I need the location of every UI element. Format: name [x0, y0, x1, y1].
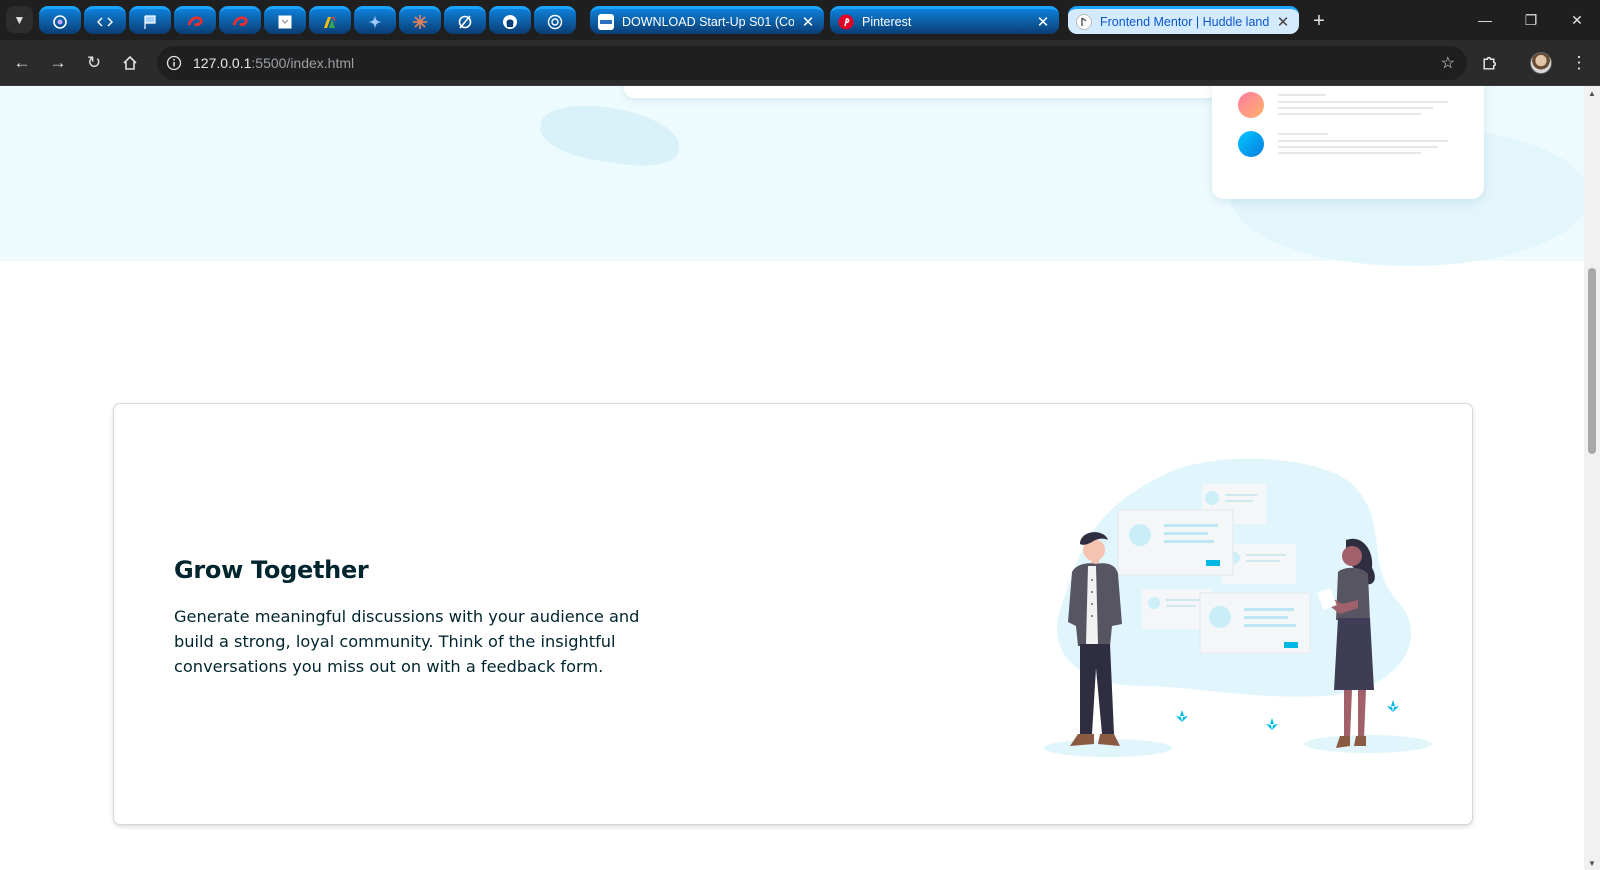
- hero-mockup-card: [624, 86, 1224, 98]
- text-line: [1278, 107, 1433, 109]
- plus-icon: +: [1313, 9, 1325, 32]
- screen-card: [1117, 509, 1234, 576]
- reload-button[interactable]: ↻: [79, 48, 109, 78]
- restore-icon: ❐: [1524, 11, 1538, 28]
- tab-title: Pinterest: [862, 14, 912, 29]
- pinned-site-1-icon: [53, 14, 67, 29]
- flag-icon: [144, 14, 156, 29]
- browser-toolbar: ← → ↻ 127.0.0.1:5500/index.html ☆ ⋮: [0, 40, 1600, 86]
- claude-icon: [413, 14, 427, 29]
- tab-search-button[interactable]: ▼: [6, 6, 33, 33]
- feature-title: Grow Together: [174, 556, 369, 584]
- restore-button[interactable]: ❐: [1508, 0, 1554, 40]
- pinned-tab-8[interactable]: [354, 6, 396, 34]
- text-line: [1278, 152, 1421, 154]
- home-button[interactable]: [115, 48, 145, 78]
- pinterest-icon: [838, 14, 854, 29]
- pinned-tab-12[interactable]: [534, 6, 576, 34]
- minimize-icon: —: [1478, 12, 1492, 28]
- pinned-tab-7[interactable]: [309, 6, 351, 34]
- pinned-tab-4[interactable]: [174, 6, 216, 34]
- plant-icon: [1176, 700, 1399, 730]
- hero-background-blob: [536, 98, 684, 172]
- pinned-tab-3[interactable]: [129, 6, 171, 34]
- screen-card: [1199, 592, 1311, 654]
- pinned-tab-11[interactable]: [489, 6, 531, 34]
- tab-download-startup[interactable]: DOWNLOAD Start-Up S01 (Com ✕: [590, 6, 824, 34]
- chat-row: [1238, 92, 1468, 118]
- back-button[interactable]: ←: [7, 48, 37, 78]
- bookmark-star-icon[interactable]: ☆: [1441, 53, 1455, 73]
- tab-title: DOWNLOAD Start-Up S01 (Com: [622, 14, 794, 29]
- dev-icon: [278, 15, 292, 28]
- tab-title: Frontend Mentor | Huddle landi: [1100, 14, 1269, 29]
- avatar-dot: [1238, 131, 1264, 157]
- text-line: [1278, 101, 1448, 103]
- text-line: [1278, 133, 1328, 135]
- chatgpt-icon: [547, 14, 563, 29]
- arrow-right-icon: →: [49, 53, 67, 72]
- code-icon: [97, 16, 113, 27]
- github-icon: [503, 14, 517, 29]
- profile-avatar[interactable]: [1530, 52, 1552, 74]
- tab-strip: ▼ DOWNLOAD Start-Up S01 (Com ✕ Pinterest…: [0, 0, 1600, 40]
- close-icon[interactable]: ✕: [800, 13, 816, 31]
- scroll-up-icon[interactable]: ▲: [1584, 86, 1600, 100]
- minimize-button[interactable]: —: [1462, 0, 1508, 40]
- chat-row: [1238, 131, 1468, 157]
- chevron-down-icon: ▼: [13, 12, 26, 27]
- hero-section: [0, 86, 1584, 266]
- text-line: [1278, 94, 1326, 96]
- tab-pinterest[interactable]: Pinterest ✕: [830, 6, 1059, 34]
- airtel-icon: [232, 15, 248, 26]
- puzzle-icon: [1482, 56, 1496, 70]
- hero-chat-card: [1212, 86, 1484, 199]
- pinned-tab-10[interactable]: [444, 6, 486, 34]
- home-icon: [123, 55, 137, 70]
- close-window-button[interactable]: ✕: [1554, 0, 1600, 40]
- pinned-tab-2[interactable]: [84, 6, 126, 34]
- url-path: :5500/index.html: [251, 55, 355, 71]
- url-host: 127.0.0.1: [193, 55, 252, 71]
- pinned-tab-5[interactable]: [219, 6, 261, 34]
- pinned-tab-1[interactable]: [39, 6, 81, 34]
- download-site-icon: [598, 13, 614, 30]
- reload-icon: ↻: [86, 53, 102, 72]
- frontend-mentor-icon: [1076, 13, 1092, 30]
- scroll-down-icon[interactable]: ▼: [1584, 856, 1600, 870]
- tab-frontend-mentor[interactable]: Frontend Mentor | Huddle landi ✕: [1068, 6, 1299, 34]
- grow-together-illustration: [1044, 458, 1432, 757]
- pinned-tab-9[interactable]: [399, 6, 441, 34]
- drive-icon: [324, 16, 336, 28]
- gemini-icon: [368, 14, 382, 29]
- pinned-tab-6[interactable]: [264, 6, 306, 34]
- text-line: [1278, 146, 1438, 148]
- kebab-menu-icon: ⋮: [1570, 53, 1588, 72]
- text-line: [1278, 140, 1448, 142]
- feature-card-grow-together: Grow Together Generate meaningful discus…: [114, 404, 1472, 824]
- menu-button[interactable]: ⋮: [1564, 48, 1594, 78]
- airtel-icon: [187, 15, 203, 26]
- ai-icon: [458, 14, 472, 29]
- close-icon: ✕: [1571, 11, 1583, 28]
- arrow-left-icon: ←: [13, 53, 31, 72]
- extensions-button[interactable]: [1474, 48, 1504, 78]
- text-line: [1278, 113, 1421, 115]
- close-icon[interactable]: ✕: [1275, 13, 1291, 31]
- new-tab-button[interactable]: +: [1306, 8, 1332, 34]
- page-scrollbar[interactable]: ▲ ▼: [1584, 86, 1600, 870]
- page-viewport: Grow Together Generate meaningful discus…: [0, 86, 1584, 870]
- site-info-icon[interactable]: [157, 55, 191, 71]
- feature-description: Generate meaningful discussions with you…: [174, 607, 640, 676]
- forward-button[interactable]: →: [43, 48, 73, 78]
- scrollbar-thumb[interactable]: [1588, 268, 1596, 454]
- avatar-dot: [1238, 92, 1264, 118]
- close-icon[interactable]: ✕: [1035, 13, 1051, 31]
- address-bar[interactable]: 127.0.0.1:5500/index.html ☆: [157, 46, 1467, 80]
